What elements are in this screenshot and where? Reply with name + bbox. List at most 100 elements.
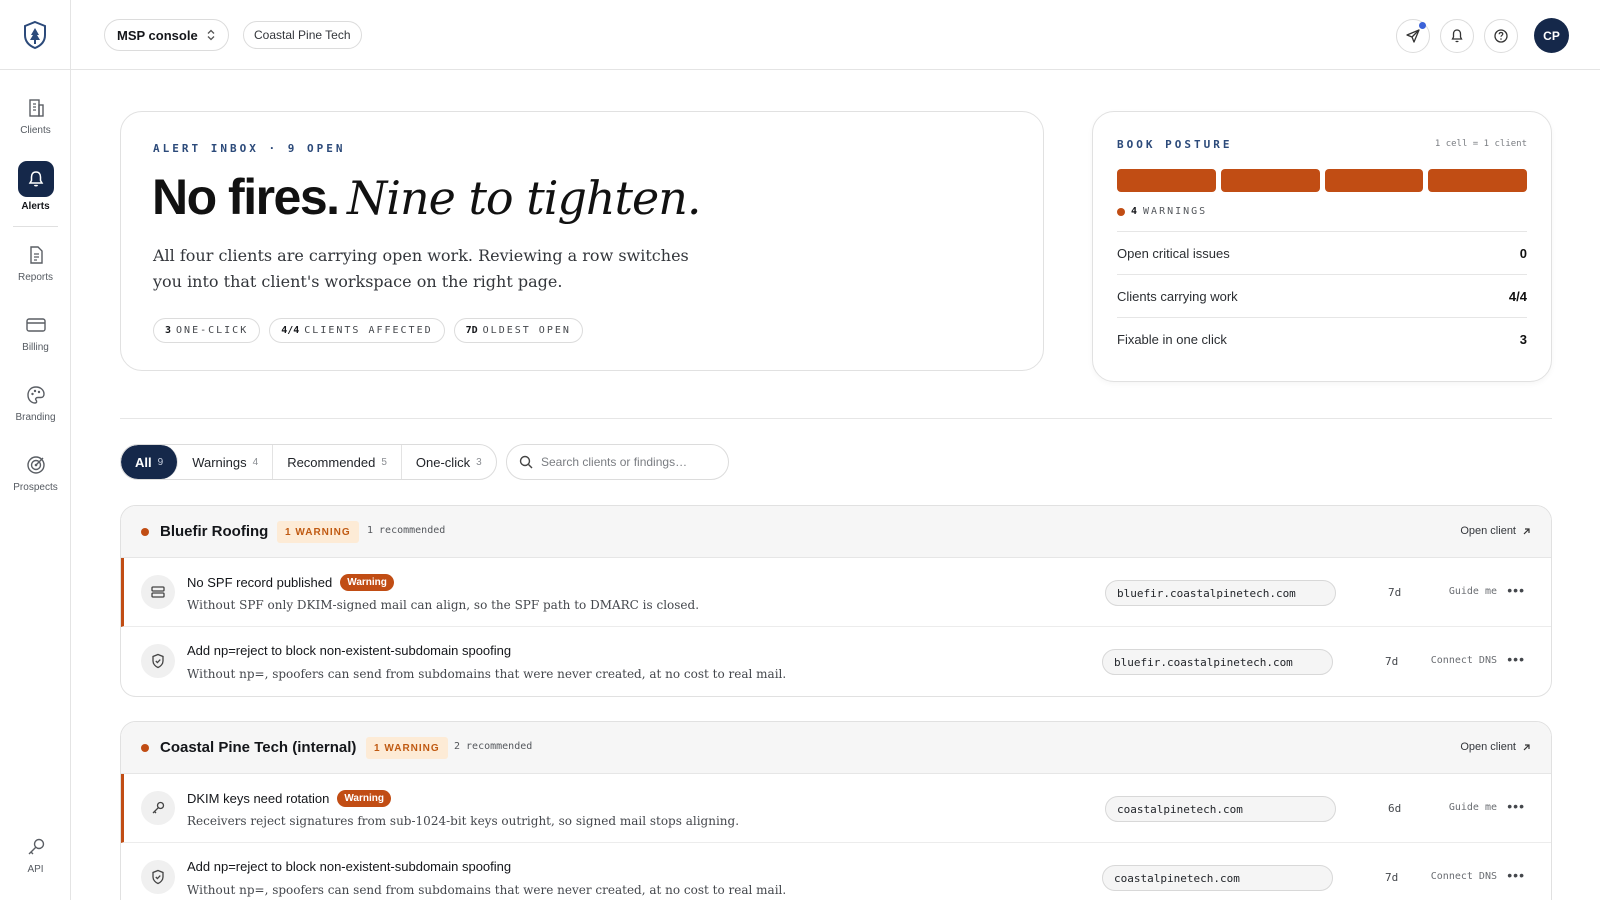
shield-check-icon	[141, 860, 175, 894]
finding-description: Receivers reject signatures from sub-102…	[187, 814, 740, 828]
warning-tag: Warning	[340, 574, 394, 591]
arrow-up-right-icon	[1523, 527, 1530, 534]
finding-row[interactable]: No SPF record published Warning Without …	[121, 558, 1551, 627]
tab-recommended[interactable]: Recommended 5	[273, 445, 402, 479]
finding-title: No SPF record published Warning	[187, 574, 394, 591]
recommended-count: 2 recommended	[454, 741, 533, 752]
nav-label: Prospects	[13, 482, 58, 493]
client-cell[interactable]	[1428, 169, 1527, 192]
console-switcher-button[interactable]: MSP console	[104, 19, 229, 51]
client-group-bluefir-roofing: Bluefir Roofing 1 WARNING 1 recommended …	[120, 505, 1552, 697]
tenant-chip[interactable]: Coastal Pine Tech	[243, 21, 362, 49]
open-client-link[interactable]: Open client	[1460, 741, 1531, 753]
guide-me-button[interactable]: Guide me	[1449, 802, 1497, 813]
tab-warnings[interactable]: Warnings 4	[178, 445, 274, 479]
finding-description: Without SPF only DKIM-signed mail can al…	[187, 598, 700, 612]
summary-pills: 3 ONE-CLICK 4/4 CLIENTS AFFECTED 7D OLDEST …	[153, 318, 583, 343]
key-icon	[141, 791, 175, 825]
bell-icon	[28, 171, 43, 187]
send-icon	[1406, 29, 1420, 43]
nav-clients[interactable]: Clients	[0, 97, 71, 136]
filter-tabs: All 9 Warnings 4 Recommended 5 One-click 3	[120, 444, 497, 480]
finding-description: Without np=, spoofers can send from subd…	[187, 883, 787, 897]
nav-api[interactable]: API	[0, 836, 71, 875]
more-options-icon[interactable]: •••	[1507, 798, 1525, 814]
alert-inbox-summary-card: ALERT INBOX · 9 OPEN No fires. Nine to t…	[120, 111, 1044, 371]
connect-dns-button[interactable]: Connect DNS	[1431, 871, 1497, 882]
help-icon	[1494, 29, 1508, 43]
warning-count-badge: 1 WARNING	[277, 521, 359, 543]
app-logo-icon[interactable]	[22, 20, 48, 50]
target-icon	[26, 456, 45, 474]
nav-label: Reports	[17, 272, 53, 283]
client-group-header: Bluefir Roofing 1 WARNING 1 recommended …	[121, 506, 1551, 558]
open-client-link[interactable]: Open client	[1460, 525, 1531, 537]
alert-inbox-eyebrow: ALERT INBOX · 9 OPEN	[153, 142, 346, 155]
avatar[interactable]: CP	[1534, 18, 1569, 53]
page-title: No fires. Nine to tighten.	[152, 168, 701, 226]
client-name: Coastal Pine Tech (internal)	[160, 739, 357, 756]
nav-prospects[interactable]: Prospects	[0, 454, 71, 493]
client-cell[interactable]	[1220, 169, 1320, 192]
document-icon	[29, 246, 43, 264]
client-name: Bluefir Roofing	[160, 523, 269, 540]
building-icon	[28, 99, 44, 117]
notification-dot	[1419, 22, 1426, 29]
client-group-coastal-pine-tech: Coastal Pine Tech (internal) 1 WARNING 2…	[120, 721, 1552, 900]
stat-open-critical: Open critical issues 0	[1117, 231, 1527, 274]
pill-clients-affected: 4/4 CLIENTS AFFECTED	[269, 318, 445, 343]
search-icon	[519, 455, 533, 469]
help-button[interactable]	[1484, 19, 1518, 53]
search-box	[506, 444, 729, 480]
posture-warning-legend: 4 WARNINGS	[1117, 206, 1207, 217]
warning-count-badge: 1 WARNING	[366, 737, 448, 759]
bell-icon	[1451, 29, 1463, 43]
more-options-icon[interactable]: •••	[1507, 582, 1525, 598]
send-button[interactable]	[1396, 19, 1430, 53]
nav-label: Branding	[15, 412, 56, 423]
book-posture-card: BOOK POSTURE 1 cell = 1 client 4 WARNINGS…	[1092, 111, 1552, 382]
left-rail: Clients Alerts Reports Billing Branding …	[0, 0, 71, 900]
guide-me-button[interactable]: Guide me	[1449, 586, 1497, 597]
server-icon	[141, 575, 175, 609]
notifications-button[interactable]	[1440, 19, 1474, 53]
section-divider	[120, 418, 1552, 419]
tab-one-click[interactable]: One-click 3	[402, 445, 496, 479]
domain-chip[interactable]: bluefir.coastalpinetech.com	[1102, 649, 1333, 675]
posture-cells	[1117, 169, 1527, 192]
connect-dns-button[interactable]: Connect DNS	[1431, 655, 1497, 666]
finding-age: 7d	[1388, 586, 1402, 599]
palette-icon	[26, 386, 45, 404]
warning-dot	[141, 744, 149, 752]
posture-legend: 1 cell = 1 client	[1434, 139, 1527, 149]
hero-description: All four clients are carrying open work.…	[153, 246, 689, 291]
client-cell[interactable]	[1117, 169, 1216, 192]
finding-title: Add np=reject to block non-existent-subd…	[187, 643, 512, 658]
recommended-count: 1 recommended	[367, 525, 446, 536]
pill-oldest-open: 7D OLDEST OPEN	[453, 318, 583, 343]
more-options-icon[interactable]: •••	[1507, 651, 1525, 667]
finding-row[interactable]: Add np=reject to block non-existent-subd…	[121, 843, 1551, 900]
finding-age: 6d	[1388, 802, 1402, 815]
nav-branding[interactable]: Branding	[0, 384, 71, 423]
client-cell[interactable]	[1324, 169, 1424, 192]
finding-row[interactable]: Add np=reject to block non-existent-subd…	[121, 627, 1551, 696]
more-options-icon[interactable]: •••	[1507, 867, 1525, 883]
domain-chip[interactable]: bluefir.coastalpinetech.com	[1105, 580, 1336, 606]
nav-alerts[interactable]: Alerts	[0, 161, 71, 212]
client-group-header: Coastal Pine Tech (internal) 1 WARNING 2…	[121, 722, 1551, 774]
nav-reports[interactable]: Reports	[0, 244, 71, 283]
console-label: MSP console	[117, 27, 198, 43]
domain-chip[interactable]: coastalpinetech.com	[1105, 796, 1336, 822]
stat-clients-carrying-work: Clients carrying work 4/4	[1117, 274, 1527, 317]
shield-check-icon	[141, 644, 175, 678]
headline-bold: No fires.	[152, 169, 340, 225]
finding-row[interactable]: DKIM keys need rotation Warning Receiver…	[121, 774, 1551, 843]
warning-tag: Warning	[337, 790, 391, 807]
domain-chip[interactable]: coastalpinetech.com	[1102, 865, 1333, 891]
warning-dot	[141, 528, 149, 536]
search-input[interactable]	[541, 455, 711, 469]
nav-billing[interactable]: Billing	[0, 314, 71, 353]
warning-dot	[1117, 207, 1125, 216]
tab-all[interactable]: All 9	[121, 445, 179, 479]
